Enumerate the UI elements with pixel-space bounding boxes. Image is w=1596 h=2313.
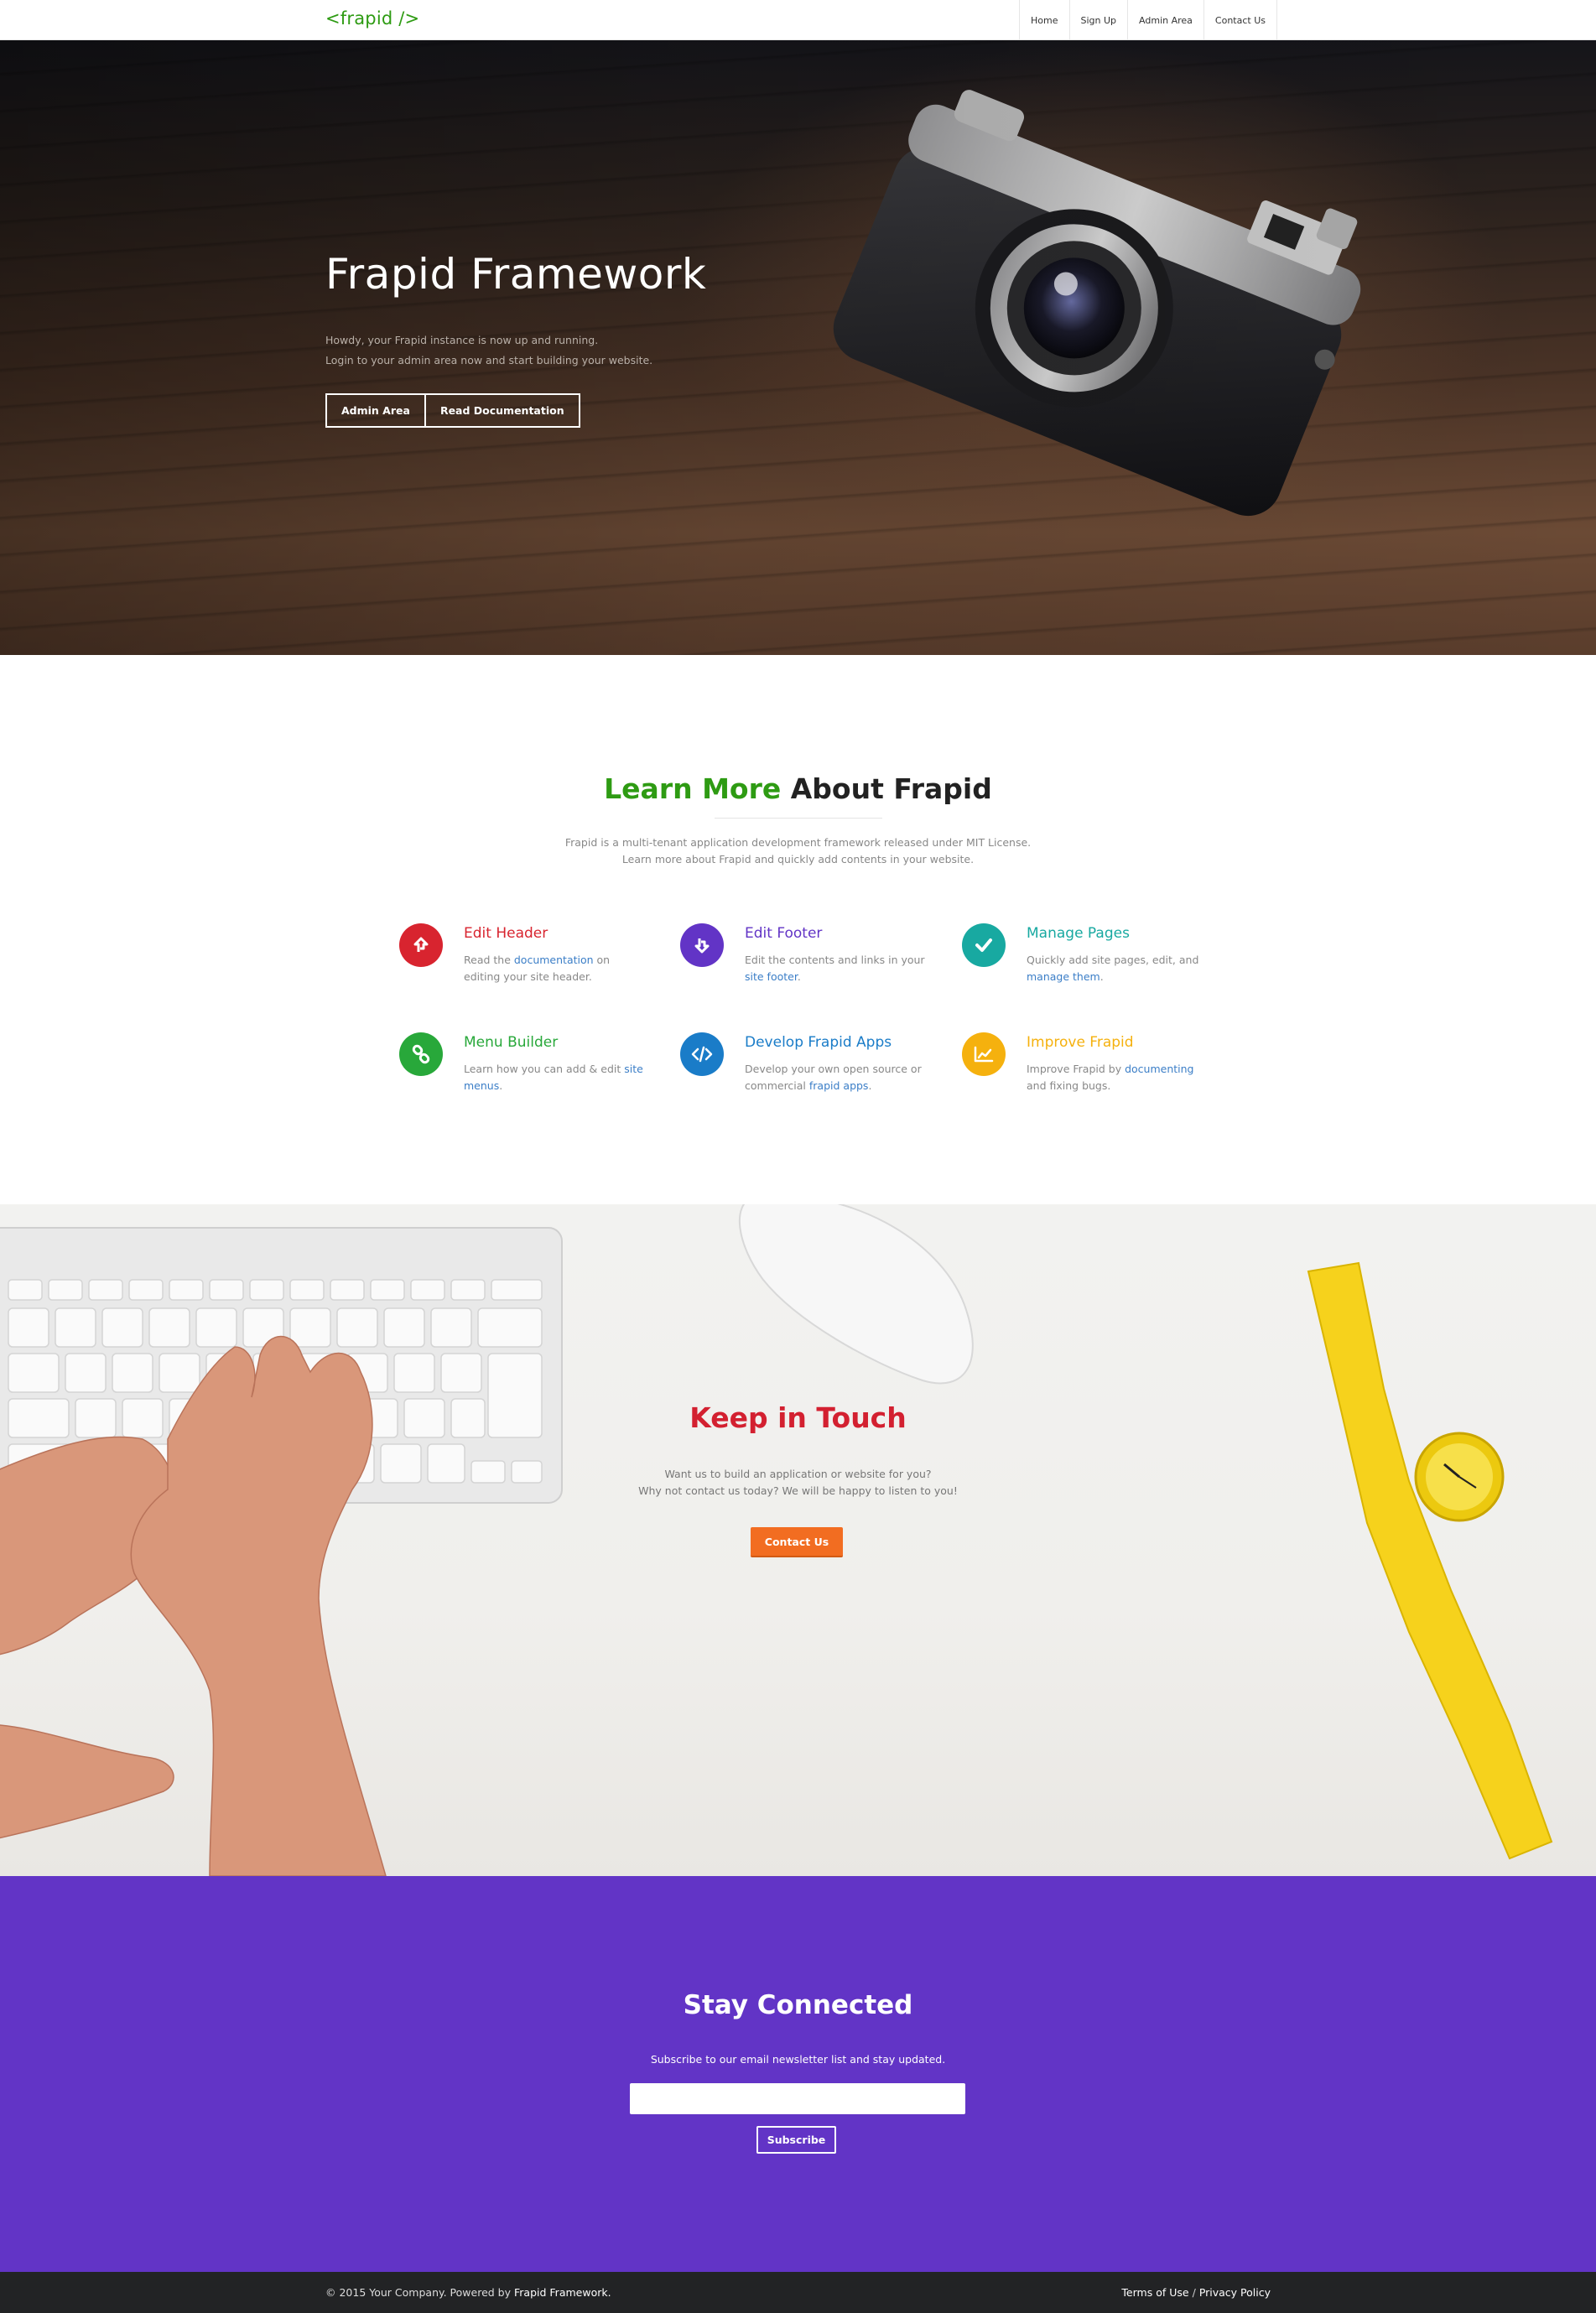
subscribe-button[interactable]: Subscribe <box>756 2126 836 2154</box>
page-footer: © 2015 Your Company. Powered by Frapid F… <box>0 2272 1596 2313</box>
feature-description: Quickly add site pages, edit, and manage… <box>1027 954 1199 983</box>
code-icon <box>680 1032 724 1076</box>
keep-in-touch-line-1: Want us to build an application or websi… <box>664 1468 932 1480</box>
feature-title: Improve Frapid <box>1027 1034 1134 1051</box>
feature-manage-pages: Manage Pages Quickly add site pages, edi… <box>962 923 1214 990</box>
manage-them-link[interactable]: manage them <box>1027 970 1100 983</box>
hero-subtitle-line-2: Login to your admin area now and start b… <box>325 354 653 366</box>
copyright-label: © 2015 Your Company. Powered by <box>325 2286 511 2299</box>
keep-in-touch-title: Keep in Touch <box>689 1401 907 1434</box>
feature-menu-builder: Menu Builder Learn how you can add & edi… <box>399 1032 651 1099</box>
nav-home-link[interactable]: Home <box>1020 0 1070 40</box>
upload-arrow-icon <box>399 923 443 967</box>
download-arrow-icon <box>680 923 724 967</box>
top-navbar: <frapid /> Home Sign Up Admin Area Conta… <box>0 0 1596 40</box>
footer-link-separator: / <box>1192 2286 1196 2299</box>
footer-links: Terms of Use / Privacy Policy <box>1121 2272 1271 2313</box>
nav-admin-area-link[interactable]: Admin Area <box>1128 0 1204 40</box>
mouse-image <box>738 1204 974 1385</box>
nav-signup-link[interactable]: Sign Up <box>1070 0 1129 40</box>
documentation-link[interactable]: documentation <box>514 954 594 966</box>
learn-more-desc-line-1: Frapid is a multi-tenant application dev… <box>564 836 1032 849</box>
hero-subtitle: Howdy, your Frapid instance is now up an… <box>325 330 652 371</box>
feature-description: Learn how you can add & edit site menus. <box>464 1063 643 1092</box>
learn-more-section: Learn More About Frapid Frapid is a mult… <box>0 655 1596 1204</box>
learn-more-title: Learn More About Frapid <box>0 772 1596 805</box>
frapid-framework-link[interactable]: Frapid Framework. <box>514 2286 611 2299</box>
stay-connected-section: Stay Connected Subscribe to our email ne… <box>0 1876 1596 2272</box>
hero-overlay <box>0 40 1596 655</box>
keep-in-touch-line-2: Why not contact us today? We will be hap… <box>638 1484 958 1497</box>
admin-area-button[interactable]: Admin Area <box>325 393 426 428</box>
feature-edit-header: Edit Header Read the documentation on ed… <box>399 923 651 990</box>
contact-us-button[interactable]: Contact Us <box>751 1527 843 1557</box>
hero-section: Frapid Framework Howdy, your Frapid inst… <box>0 40 1596 655</box>
brand-logo[interactable]: <frapid /> <box>325 8 419 29</box>
feature-description: Read the documentation on editing your s… <box>464 954 611 983</box>
learn-more-title-rest: About Frapid <box>781 772 992 805</box>
feature-description: Edit the contents and links in your site… <box>745 954 925 983</box>
feature-title: Edit Header <box>464 925 548 942</box>
learn-more-title-highlight: Learn More <box>604 772 782 805</box>
feature-develop-frapid-apps: Develop Frapid Apps Develop your own ope… <box>680 1032 932 1099</box>
link-icon <box>399 1032 443 1076</box>
chart-line-icon <box>962 1032 1006 1076</box>
learn-more-description: Frapid is a multi-tenant application dev… <box>0 834 1596 868</box>
feature-title: Menu Builder <box>464 1034 559 1051</box>
hero-subtitle-line-1: Howdy, your Frapid instance is now up an… <box>325 334 599 346</box>
frapid-apps-link[interactable]: frapid apps <box>809 1079 869 1092</box>
feature-improve-frapid: Improve Frapid Improve Frapid by documen… <box>962 1032 1214 1099</box>
hero-title: Frapid Framework <box>325 250 707 299</box>
terms-of-use-link[interactable]: Terms of Use <box>1121 2286 1188 2299</box>
feature-title: Develop Frapid Apps <box>745 1034 892 1051</box>
read-documentation-button[interactable]: Read Documentation <box>424 393 580 428</box>
keep-in-touch-section: Keep in Touch Want us to build an applic… <box>0 1204 1596 1876</box>
documenting-link[interactable]: documenting <box>1125 1063 1193 1075</box>
watch-image <box>1307 1261 1553 1860</box>
stay-connected-title: Stay Connected <box>683 1990 913 2020</box>
main-menu: Home Sign Up Admin Area Contact Us <box>1019 0 1277 40</box>
site-footer-link[interactable]: site footer <box>745 970 798 983</box>
stay-connected-description: Subscribe to our email newsletter list a… <box>650 2053 946 2066</box>
keep-in-touch-description: Want us to build an application or websi… <box>0 1466 1596 1500</box>
nav-contact-us-link[interactable]: Contact Us <box>1204 0 1277 40</box>
newsletter-email-input[interactable] <box>630 2083 965 2114</box>
feature-title: Manage Pages <box>1027 925 1130 942</box>
title-divider <box>715 818 882 819</box>
learn-more-desc-line-2: Learn more about Frapid and quickly add … <box>621 853 975 865</box>
privacy-policy-link[interactable]: Privacy Policy <box>1199 2286 1271 2299</box>
copyright-text: © 2015 Your Company. Powered by Frapid F… <box>325 2272 611 2313</box>
hero-button-group: Admin Area Read Documentation <box>325 393 580 428</box>
check-icon <box>962 923 1006 967</box>
feature-edit-footer: Edit Footer Edit the contents and links … <box>680 923 932 990</box>
feature-description: Develop your own open source or commerci… <box>745 1063 922 1092</box>
feature-description: Improve Frapid by documenting and fixing… <box>1027 1063 1194 1092</box>
feature-title: Edit Footer <box>745 925 823 942</box>
